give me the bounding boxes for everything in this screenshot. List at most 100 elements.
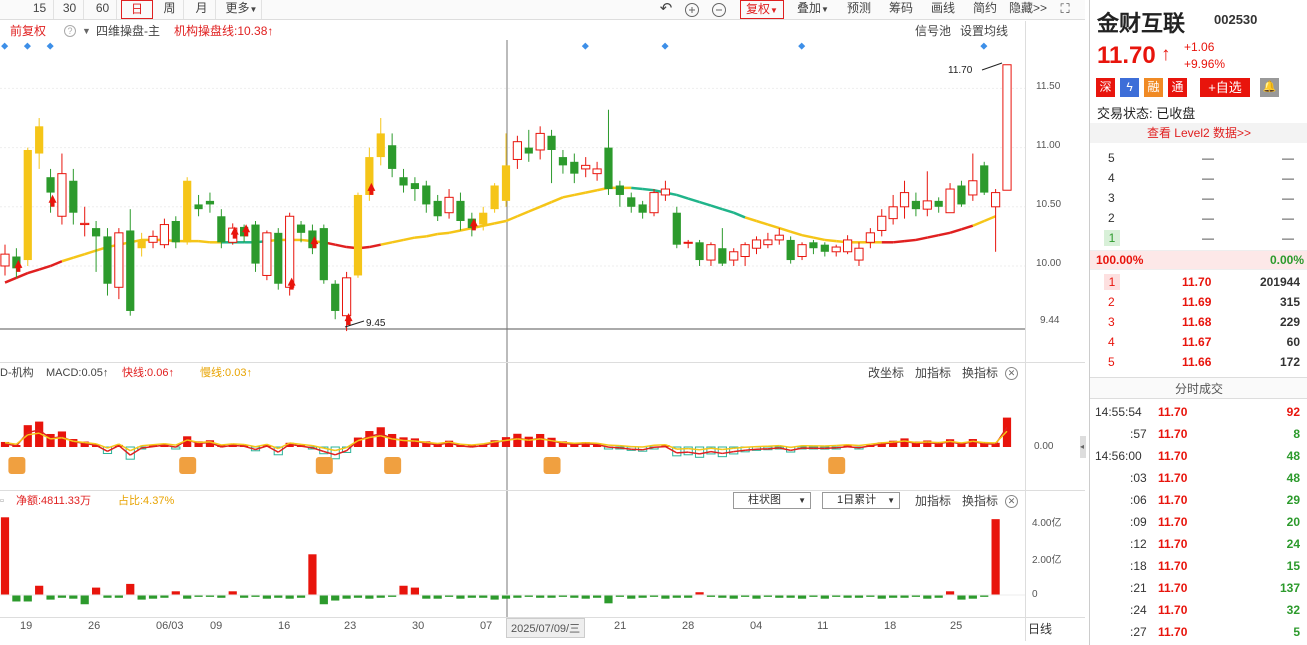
flow-bar xyxy=(331,595,340,601)
signal-pool-button[interactable]: 信号池 xyxy=(915,21,951,41)
candle-body xyxy=(353,194,363,276)
tag-margin[interactable]: 融 xyxy=(1144,78,1163,97)
adjust-button[interactable]: 复权▼ xyxy=(740,0,784,19)
ma-line-segment xyxy=(72,252,86,259)
close-icon[interactable]: ✕ xyxy=(1005,367,1018,380)
period-15-button[interactable]: 15 xyxy=(26,0,54,19)
more-periods-button[interactable]: 更多▼ xyxy=(222,0,262,19)
ma-line-segment xyxy=(61,256,74,263)
add-indicator-button[interactable]: 加指标 xyxy=(915,492,951,510)
flow-bar xyxy=(262,595,271,599)
period-60-button[interactable]: 60 xyxy=(89,0,117,19)
candle-body xyxy=(570,161,579,174)
collapse-handle[interactable]: ◂ xyxy=(1080,436,1086,458)
candle-body xyxy=(683,241,693,244)
add-watchlist-button[interactable]: +自选 xyxy=(1200,78,1250,97)
accumulate-dropdown[interactable]: 1日累计 ▼ xyxy=(822,492,900,509)
trade-volume: 20 xyxy=(1286,515,1300,529)
period-day-button[interactable]: 日 xyxy=(121,0,153,19)
level-volume: — xyxy=(1282,191,1294,205)
candle-body xyxy=(23,149,32,261)
macd-bar xyxy=(547,437,556,447)
zoom-out-icon[interactable] xyxy=(709,0,729,19)
panel-divider xyxy=(0,490,1085,491)
signal-diamond xyxy=(798,42,806,50)
candle-body xyxy=(820,244,829,252)
ma-line-segment xyxy=(27,268,40,275)
fullscreen-icon[interactable]: ⛶ xyxy=(1054,0,1076,19)
chips-button[interactable]: 筹码 xyxy=(884,0,918,19)
buy-row: 3 11.68 229 xyxy=(1090,312,1307,332)
flow-bar xyxy=(877,595,886,599)
ma-line-segment xyxy=(904,238,917,243)
zoom-in-icon[interactable] xyxy=(682,0,702,19)
candle-body xyxy=(627,197,636,207)
macd-fast-line xyxy=(745,448,757,451)
undo-icon[interactable]: ↶ xyxy=(656,0,676,19)
lightning-icon[interactable]: ϟ xyxy=(1120,78,1139,97)
alert-bell-icon[interactable]: 🔔 xyxy=(1260,78,1279,97)
chevron-down-icon[interactable]: ▼ xyxy=(82,21,91,41)
candle-body xyxy=(80,222,90,226)
adjust-mode-label[interactable]: 前复权 xyxy=(10,21,46,41)
trade-row: 14:56:00 11.70 48 xyxy=(1090,446,1307,466)
flow-bar xyxy=(228,591,237,595)
add-indicator-button[interactable]: 加指标 xyxy=(915,364,951,382)
chart-type-dropdown[interactable]: 柱状图 ▼ xyxy=(733,492,811,509)
ma-line-segment xyxy=(574,191,586,197)
level-num: 1 xyxy=(1104,230,1120,246)
flow-bar xyxy=(729,595,738,599)
macd-indicator-name[interactable]: D-机构 xyxy=(0,364,34,382)
level-price: — xyxy=(1202,151,1214,165)
simple-mode-button[interactable]: 简约 xyxy=(968,0,1002,19)
switch-indicator-button[interactable]: 换指标 xyxy=(962,492,998,510)
period-30-button[interactable]: 30 xyxy=(56,0,84,19)
trade-row: 14:55:54 11.70 92 xyxy=(1090,402,1307,422)
low-price-label: 9.45 xyxy=(366,318,386,329)
draw-line-button[interactable]: 画线 xyxy=(926,0,960,19)
cross-signal-icon xyxy=(179,457,197,474)
macd-bar xyxy=(694,446,705,458)
candle-body xyxy=(660,188,671,196)
candle-body xyxy=(0,253,10,267)
candle-body xyxy=(786,239,795,261)
flow-bar xyxy=(797,595,807,599)
ma-line-segment xyxy=(961,224,974,231)
x-tick: 30 xyxy=(412,620,425,632)
x-tick: 21 xyxy=(614,620,627,632)
candle-body xyxy=(388,145,397,169)
period-week-button[interactable]: 周 xyxy=(156,0,184,19)
candle-body xyxy=(57,173,67,217)
signal-diamond xyxy=(1,42,9,50)
tag-connect[interactable]: 通 xyxy=(1168,78,1187,97)
close-icon[interactable]: ✕ xyxy=(1005,495,1018,508)
macd-bar xyxy=(900,438,909,447)
period-month-button[interactable]: 月 xyxy=(188,0,216,19)
ma-line-segment xyxy=(642,187,655,192)
ma-line-segment xyxy=(983,215,997,223)
ma-line-segment xyxy=(562,193,575,199)
candle-body xyxy=(980,165,989,193)
forecast-button[interactable]: 预测 xyxy=(842,0,876,19)
overlay-button[interactable]: 叠加▼ xyxy=(792,0,834,19)
help-icon[interactable]: ? xyxy=(64,25,76,37)
hide-button[interactable]: 隐藏>> xyxy=(1006,0,1050,19)
candle-body xyxy=(296,224,306,233)
flow-bar xyxy=(183,595,192,599)
level-volume: — xyxy=(1282,231,1294,245)
ma-line-segment xyxy=(972,219,985,227)
level-volume: 172 xyxy=(1279,355,1300,369)
change-coord-button[interactable]: 改坐标 xyxy=(868,364,904,382)
candle-body xyxy=(46,177,55,193)
switch-indicator-button[interactable]: 换指标 xyxy=(962,364,998,382)
kline-chart[interactable]: 11.70 9.45 xyxy=(0,40,1025,620)
set-ma-button[interactable]: 设置均线 xyxy=(960,21,1008,41)
indicator-name[interactable]: 四维操盘-主 xyxy=(96,21,160,41)
level2-link[interactable]: 查看 Level2 数据>> xyxy=(1090,123,1307,143)
macd-fast-line xyxy=(858,445,871,449)
tag-shenzhen[interactable]: 深 xyxy=(1096,78,1115,97)
macd-fast-line xyxy=(300,445,313,449)
candle-body xyxy=(444,196,454,214)
candle-body xyxy=(456,200,465,221)
x-tick: 16 xyxy=(278,620,291,632)
